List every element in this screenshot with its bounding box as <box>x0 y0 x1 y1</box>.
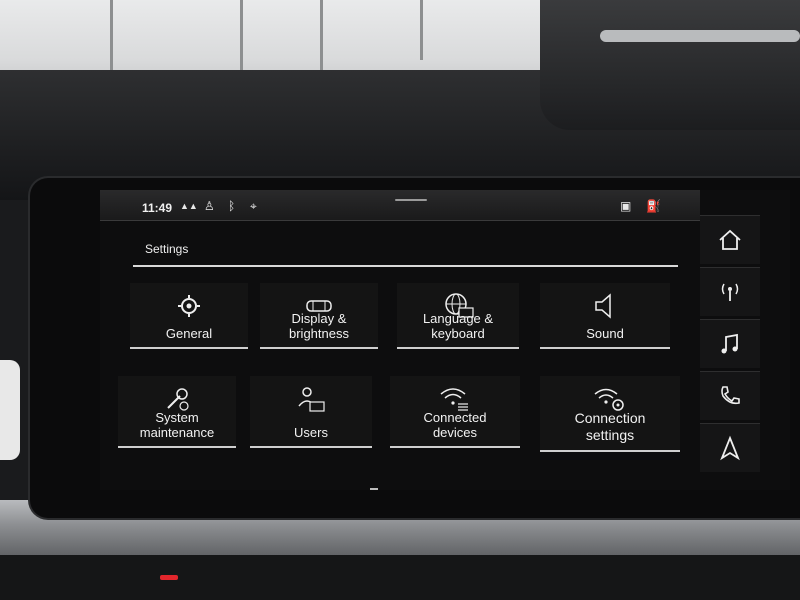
tile-connection-settings[interactable]: Connection settings <box>540 376 680 452</box>
radio-antenna-icon <box>721 283 739 301</box>
tile-language-keyboard[interactable]: Language & keyboard <box>397 283 519 349</box>
navigation-arrow-icon <box>720 435 740 461</box>
media-button[interactable] <box>700 319 760 368</box>
pull-down-handle[interactable] <box>395 199 427 201</box>
tile-display-brightness[interactable]: Display & brightness <box>260 283 378 349</box>
phone-icon <box>721 386 740 405</box>
tile-label: Display & brightness <box>289 311 349 341</box>
package-icon: ▣ <box>620 199 632 213</box>
page-dot[interactable] <box>370 488 378 490</box>
home-icon <box>719 229 741 250</box>
tile-users[interactable]: Users <box>250 376 372 448</box>
tile-label: Users <box>294 425 328 440</box>
indicator-light <box>160 575 178 580</box>
tile-label: Connected devices <box>423 410 487 440</box>
infotainment-screen: 11:49 ▲▲ ♙ ᛒ ⌖ ▣ ⛽ Settings General Disp… <box>100 190 790 490</box>
air-vent-slat <box>600 30 800 42</box>
speaker-icon <box>595 293 611 319</box>
tile-label: Connection settings <box>574 410 646 443</box>
bluetooth-icon: ᛒ <box>228 199 236 213</box>
tile-label: Sound <box>586 326 624 341</box>
radio-button[interactable] <box>700 267 760 316</box>
fuel-icon: ⛽ <box>646 199 661 213</box>
steering-wheel-edge <box>0 360 20 460</box>
phone-button[interactable] <box>700 371 760 420</box>
page-title: Settings <box>145 242 189 256</box>
music-note-icon <box>721 333 738 354</box>
status-bar: 11:49 ▲▲ ♙ ᛒ ⌖ ▣ ⛽ <box>100 190 700 221</box>
home-button[interactable] <box>700 215 760 264</box>
page-indicator <box>370 477 392 490</box>
lte-signal-icon: ▲▲ <box>180 201 198 211</box>
tile-label: System maintenance <box>139 410 215 440</box>
side-navigation <box>700 215 765 485</box>
tile-connected-devices[interactable]: Connected devices <box>390 376 520 448</box>
navigation-button[interactable] <box>700 423 760 472</box>
user-card-icon <box>298 387 325 412</box>
location-icon: ⌖ <box>250 199 257 213</box>
clock: 11:49 <box>142 201 173 215</box>
tile-label: General <box>165 326 213 341</box>
tile-system-maintenance[interactable]: System maintenance <box>118 376 236 448</box>
tile-sound[interactable]: Sound <box>540 283 670 349</box>
person-icon: ♙ <box>204 199 215 213</box>
air-vent <box>540 0 800 130</box>
lower-console <box>0 555 800 600</box>
tile-general[interactable]: General <box>130 283 248 349</box>
tile-label: Language & keyboard <box>422 311 494 341</box>
gear-icon <box>178 295 200 317</box>
settings-header: Settings <box>133 230 678 267</box>
